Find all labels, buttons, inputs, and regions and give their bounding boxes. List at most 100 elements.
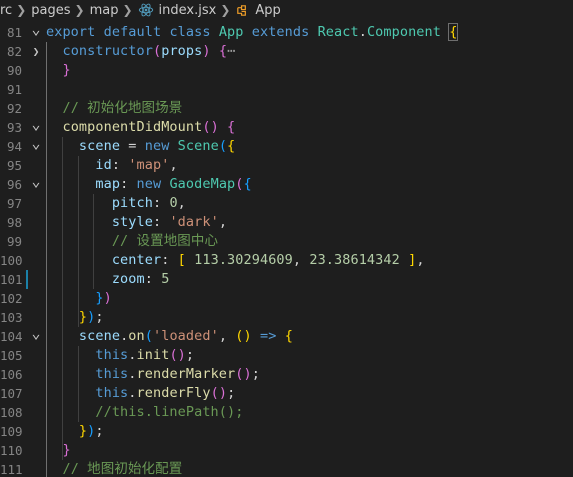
chevron-right-icon: ❯ — [74, 3, 85, 17]
code-text: zoom: 5 — [46, 270, 170, 289]
token: } — [62, 62, 71, 78]
line-number: 100 — [0, 253, 23, 268]
token: { — [243, 176, 252, 192]
line-number: 82 — [6, 44, 22, 59]
token: scene — [78, 328, 121, 344]
breadcrumb-label: pages — [31, 2, 71, 18]
code-line[interactable]: 95 id: 'map', — [0, 156, 573, 175]
token: Scene — [177, 138, 219, 154]
code-line[interactable]: 81 ⌄ export default class App extends Reac… — [0, 22, 573, 42]
code-line[interactable]: 107 this.renderFly(); — [0, 384, 573, 403]
token: ) — [202, 43, 211, 59]
line-number: 98 — [6, 215, 22, 230]
chevron-down-icon[interactable]: ⌄ — [29, 174, 43, 189]
breadcrumb-label: App — [255, 2, 281, 18]
code-text: center: [ 113.30294609, 23.38614342 ], — [46, 251, 425, 270]
token: // 设置地图中心 — [111, 233, 219, 249]
token: 'loaded' — [153, 328, 219, 344]
code-line[interactable]: 101 zoom: 5 — [0, 270, 573, 289]
chevron-down-icon[interactable]: ⌄ — [29, 136, 43, 151]
token: => — [260, 328, 277, 344]
token: ) — [103, 290, 112, 306]
token: : — [120, 176, 137, 192]
code-line[interactable]: 111 // 地图初始化配置 — [0, 460, 573, 477]
chevron-down-icon[interactable]: ⌄ — [29, 326, 43, 341]
code-text: }); — [46, 308, 104, 327]
code-line[interactable]: 93 ⌄ componentDidMount() { — [0, 117, 573, 137]
code-line[interactable]: 98 style: 'dark', — [0, 213, 573, 232]
token: = — [120, 138, 145, 154]
breadcrumb-item-pages[interactable]: pages — [31, 3, 70, 18]
code-line[interactable]: 108 //this.linePath(); — [0, 403, 573, 422]
token: { — [218, 43, 228, 59]
token: : — [144, 271, 162, 287]
token: : — [152, 195, 170, 211]
code-line[interactable]: 102 }) — [0, 289, 573, 308]
code-line[interactable]: 92 // 初始化地图场景 — [0, 99, 573, 118]
code-line[interactable]: 106 this.renderMarker(); — [0, 365, 573, 384]
code-line[interactable]: 91 — [0, 80, 573, 99]
code-line[interactable]: 109 }); — [0, 422, 573, 441]
breadcrumb-item-file[interactable]: index.jsx — [138, 2, 216, 18]
line-number: 90 — [6, 63, 22, 78]
token: : — [111, 157, 129, 173]
token: { — [284, 328, 293, 344]
chevron-right-icon[interactable]: ❯ — [29, 42, 43, 61]
react-icon — [138, 3, 153, 17]
breadcrumb-item-src[interactable]: rc — [0, 3, 12, 18]
code-text: scene.on('loaded', () => { — [46, 327, 293, 346]
token: this — [95, 347, 129, 363]
token: , — [177, 195, 186, 211]
code-line[interactable]: 97 pitch: 0, — [0, 194, 573, 213]
token: init — [136, 347, 170, 363]
code-line[interactable]: 96 ⌄ map: new GaodeMap({ — [0, 174, 573, 194]
chevron-right-icon: ❯ — [122, 3, 133, 17]
token: 0 — [169, 195, 178, 211]
code-line[interactable]: 110 } — [0, 441, 573, 460]
line-number: 95 — [6, 158, 22, 173]
code-line[interactable]: 99 // 设置地图中心 — [0, 232, 573, 251]
code-line[interactable]: 82 ❯ constructor(props) {⋯ — [0, 42, 573, 61]
token: React — [317, 24, 359, 40]
chevron-down-icon[interactable]: ⌄ — [29, 117, 43, 132]
code-text: //this.linePath(); — [46, 403, 243, 422]
token: on — [128, 328, 145, 344]
chevron-down-icon[interactable]: ⌄ — [29, 22, 43, 37]
line-number: 105 — [0, 348, 23, 363]
breadcrumb-item-map[interactable]: map — [90, 3, 119, 18]
code-line[interactable]: 100 center: [ 113.30294609, 23.38614342 … — [0, 251, 573, 270]
code-line[interactable]: 103 }); — [0, 308, 573, 327]
token: center — [111, 252, 162, 268]
token: { — [227, 119, 236, 135]
line-number: 101 — [0, 272, 23, 287]
code-line[interactable]: 90 } — [0, 61, 573, 80]
token: this — [95, 366, 129, 382]
token: . — [128, 347, 137, 363]
line-number: 111 — [0, 462, 23, 477]
breadcrumb-item-class[interactable]: App — [235, 2, 281, 18]
code-editor[interactable]: 81 ⌄ export default class App extends Reac… — [0, 20, 573, 477]
line-number: 91 — [6, 82, 22, 97]
chevron-right-icon: ❯ — [16, 3, 27, 17]
code-line[interactable]: 105 this.init(); — [0, 346, 573, 365]
token: App — [218, 24, 244, 40]
token: export — [46, 24, 96, 40]
code-line[interactable]: 104 ⌄ scene.on('loaded', () => { — [0, 326, 573, 346]
token: new — [144, 138, 170, 154]
token: componentDidMount — [62, 119, 203, 135]
line-number: 106 — [0, 367, 23, 382]
token: ; — [227, 385, 236, 401]
code-line[interactable]: 94 ⌄ scene = new Scene({ — [0, 136, 573, 156]
token: } — [78, 423, 88, 439]
token: zoom — [111, 271, 145, 287]
